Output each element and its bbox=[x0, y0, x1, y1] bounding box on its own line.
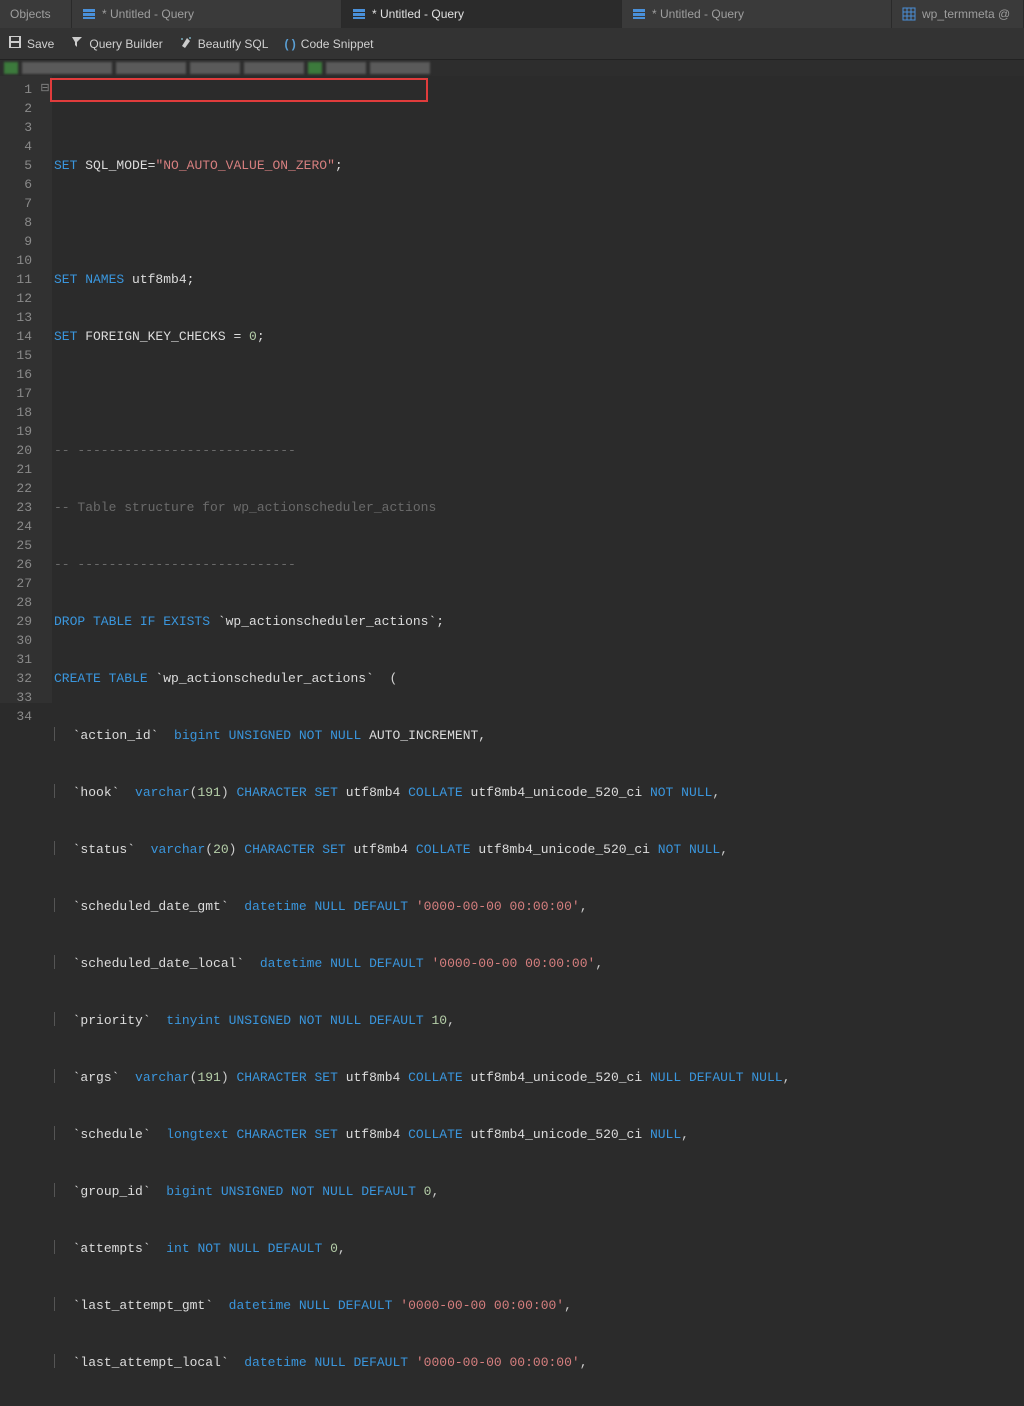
code-line: `schedule` longtext CHARACTER SET utf8mb… bbox=[54, 1125, 1024, 1144]
code-line: `scheduled_date_gmt` datetime NULL DEFAU… bbox=[54, 897, 1024, 916]
tab-label: * Untitled - Query bbox=[102, 7, 194, 21]
code-line bbox=[54, 384, 1024, 403]
code-line: `last_attempt_gmt` datetime NULL DEFAULT… bbox=[54, 1296, 1024, 1315]
code-line: `status` varchar(20) CHARACTER SET utf8m… bbox=[54, 840, 1024, 859]
code-line: SET SQL_MODE="NO_AUTO_VALUE_ON_ZERO"; bbox=[54, 156, 1024, 175]
tab-wp-termmeta[interactable]: wp_termmeta @ bbox=[892, 0, 1024, 28]
code-line: `args` varchar(191) CHARACTER SET utf8mb… bbox=[54, 1068, 1024, 1087]
code-line: SET FOREIGN_KEY_CHECKS = 0; bbox=[54, 327, 1024, 346]
code-line: SET NAMES utf8mb4; bbox=[54, 270, 1024, 289]
code-line: `attempts` int NOT NULL DEFAULT 0, bbox=[54, 1239, 1024, 1258]
table-icon bbox=[902, 7, 916, 21]
save-button[interactable]: Save bbox=[8, 35, 54, 52]
tab-bar: Objects * Untitled - Query * Untitled - … bbox=[0, 0, 1024, 28]
query-icon bbox=[352, 7, 366, 21]
tab-query-3[interactable]: * Untitled - Query bbox=[622, 0, 892, 28]
tab-label: * Untitled - Query bbox=[372, 7, 464, 21]
save-label: Save bbox=[27, 37, 54, 51]
query-builder-icon bbox=[70, 35, 84, 52]
code-line: `scheduled_date_local` datetime NULL DEF… bbox=[54, 954, 1024, 973]
sql-editor[interactable]: 1234567891011121314151617181920212223242… bbox=[0, 76, 1024, 703]
fold-gutter[interactable]: ⊟ bbox=[38, 76, 52, 703]
beautify-sql-button[interactable]: Beautify SQL bbox=[179, 35, 269, 52]
tab-objects[interactable]: Objects bbox=[0, 0, 72, 28]
code-snippet-icon: ( ) bbox=[284, 37, 295, 51]
code-line: `hook` varchar(191) CHARACTER SET utf8mb… bbox=[54, 783, 1024, 802]
connection-bar-blurred bbox=[0, 60, 1024, 76]
code-line: -- Table structure for wp_actionschedule… bbox=[54, 498, 1024, 517]
beautify-label: Beautify SQL bbox=[198, 37, 269, 51]
query-builder-button[interactable]: Query Builder bbox=[70, 35, 162, 52]
tab-label: wp_termmeta @ bbox=[922, 7, 1010, 21]
query-icon bbox=[82, 7, 96, 21]
beautify-icon bbox=[179, 35, 193, 52]
tab-label: Objects bbox=[10, 7, 51, 21]
code-line: -- ---------------------------- bbox=[54, 441, 1024, 460]
code-line: CREATE TABLE `wp_actionscheduler_actions… bbox=[54, 669, 1024, 688]
code-line: `group_id` bigint UNSIGNED NOT NULL DEFA… bbox=[54, 1182, 1024, 1201]
highlight-box-line-1 bbox=[50, 78, 428, 102]
code-snippet-button[interactable]: ( ) Code Snippet bbox=[284, 37, 373, 51]
code-line: `action_id` bigint UNSIGNED NOT NULL AUT… bbox=[54, 726, 1024, 745]
code-line: DROP TABLE IF EXISTS `wp_actionscheduler… bbox=[54, 612, 1024, 631]
toolbar: Save Query Builder Beautify SQL ( ) Code… bbox=[0, 28, 1024, 60]
tab-query-1[interactable]: * Untitled - Query bbox=[72, 0, 342, 28]
line-number-gutter: 1234567891011121314151617181920212223242… bbox=[0, 76, 38, 703]
code-area[interactable]: SET SQL_MODE="NO_AUTO_VALUE_ON_ZERO"; SE… bbox=[52, 76, 1024, 703]
code-line: -- ---------------------------- bbox=[54, 555, 1024, 574]
query-builder-label: Query Builder bbox=[89, 37, 162, 51]
tab-label: * Untitled - Query bbox=[652, 7, 744, 21]
code-snippet-label: Code Snippet bbox=[301, 37, 374, 51]
code-line bbox=[54, 213, 1024, 232]
tab-query-2-active[interactable]: * Untitled - Query bbox=[342, 0, 622, 28]
query-icon bbox=[632, 7, 646, 21]
save-icon bbox=[8, 35, 22, 52]
code-line: `priority` tinyint UNSIGNED NOT NULL DEF… bbox=[54, 1011, 1024, 1030]
code-line: `last_attempt_local` datetime NULL DEFAU… bbox=[54, 1353, 1024, 1372]
